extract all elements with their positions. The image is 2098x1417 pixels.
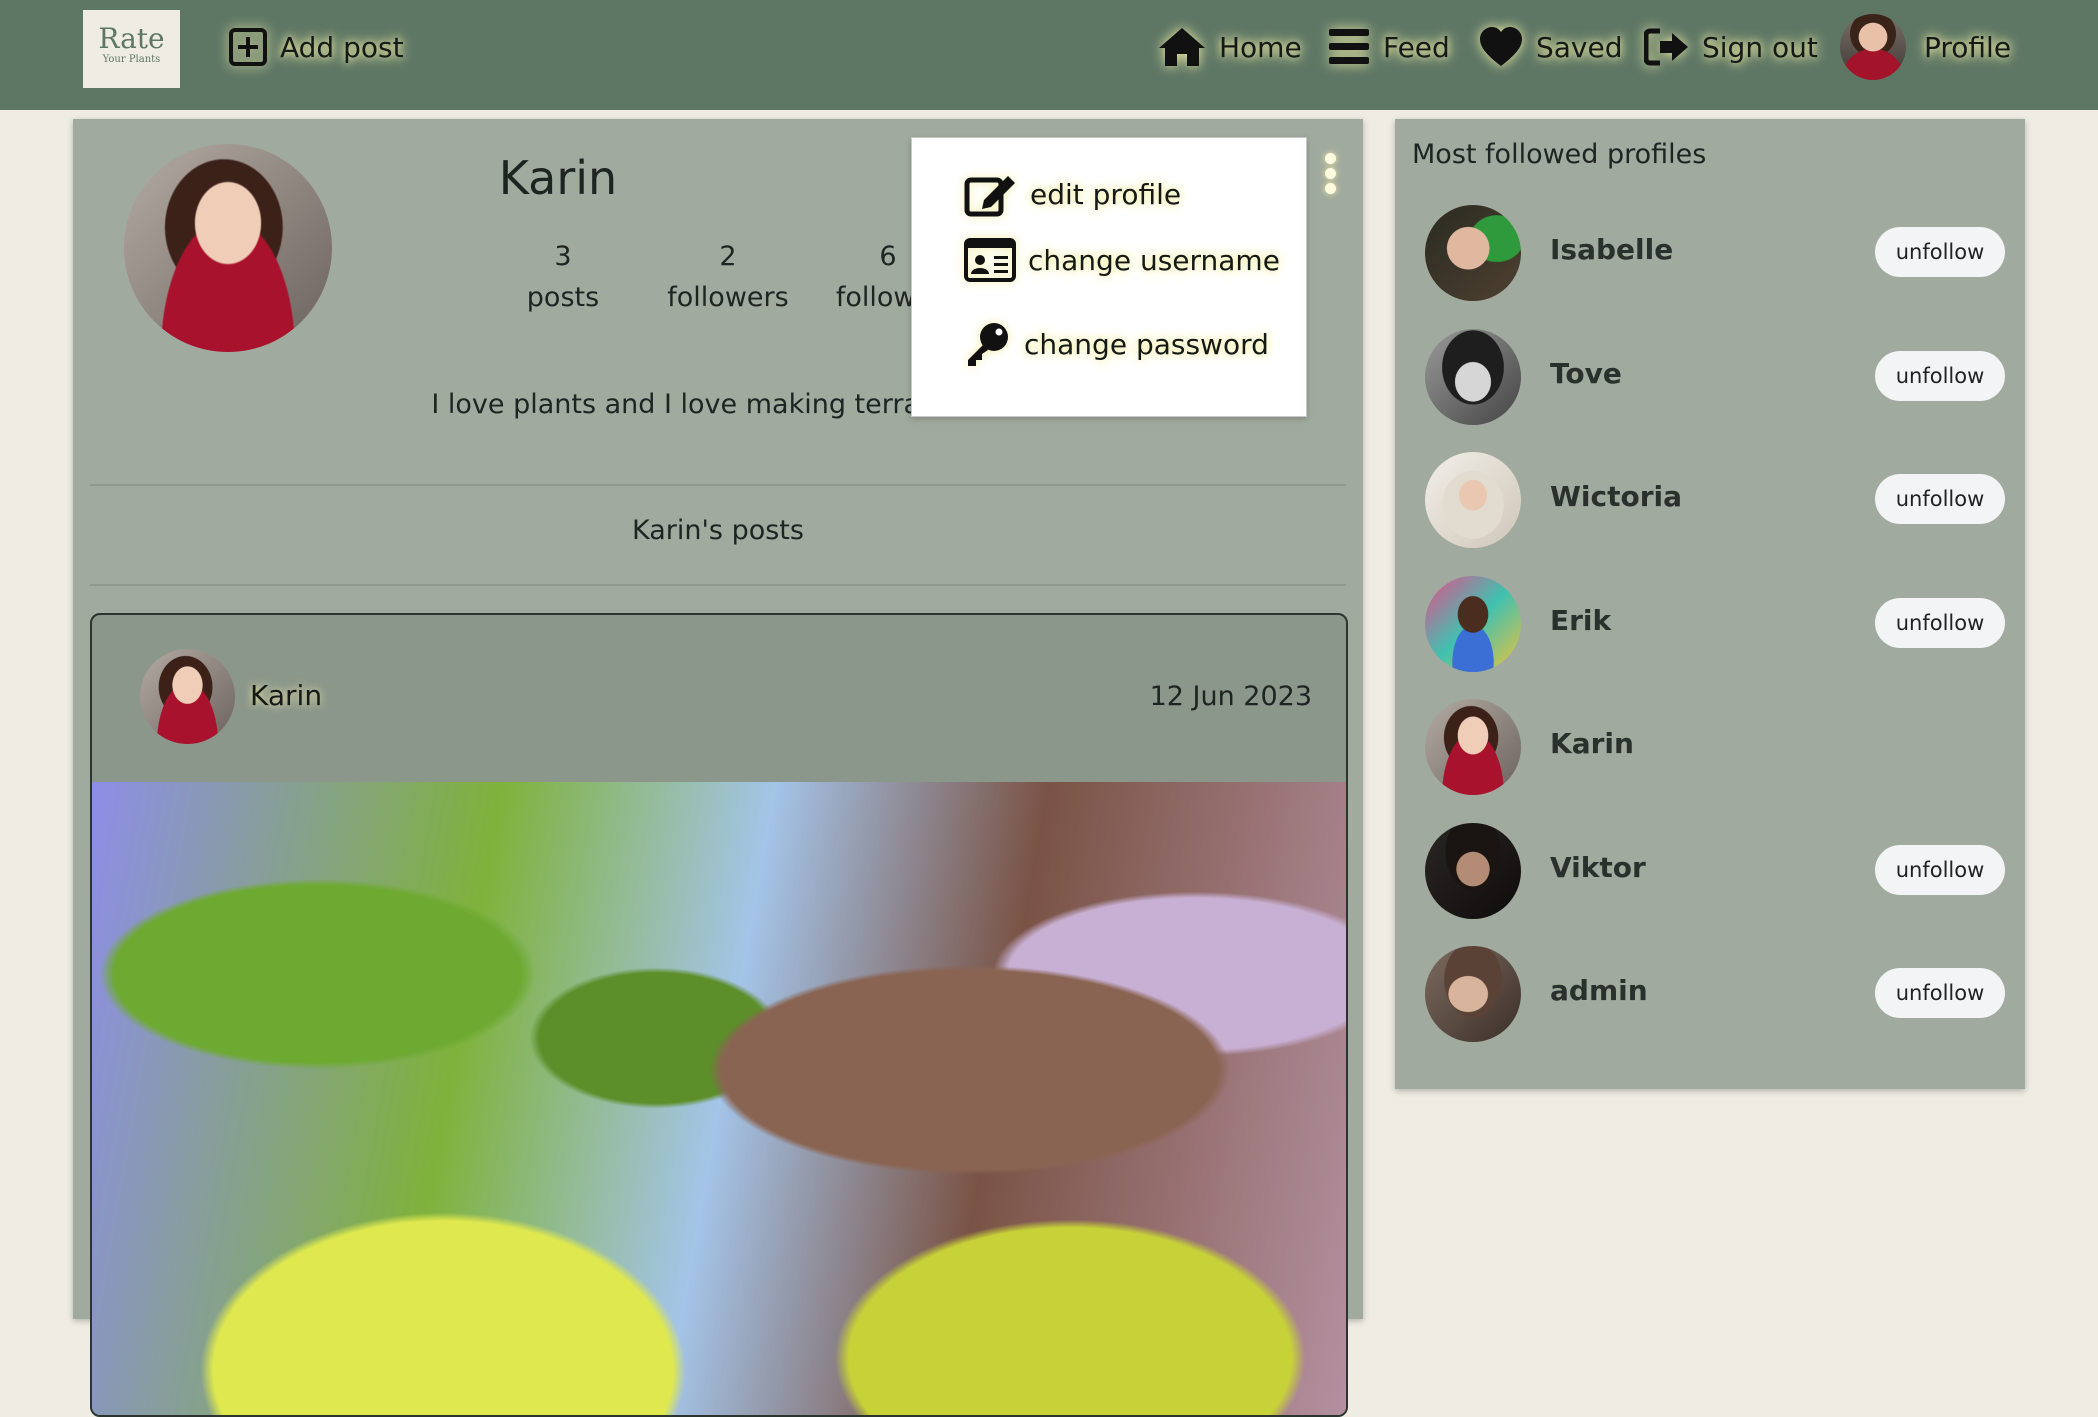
- sidebar-profile-row[interactable]: Viktor unfollow: [1395, 823, 2025, 923]
- sidebar-title: Most followed profiles: [1412, 139, 1707, 170]
- id-card-icon: [964, 238, 1016, 282]
- stat-posts-label: posts: [526, 282, 600, 313]
- sidebar-profile-row[interactable]: Tove unfollow: [1395, 329, 2025, 429]
- post-date: 12 Jun 2023: [1149, 681, 1312, 712]
- more-options-icon[interactable]: [1320, 150, 1340, 200]
- avatar[interactable]: [1425, 823, 1521, 919]
- profile-options-dropdown: edit profile change username change pass…: [911, 137, 1307, 417]
- dot: [1324, 153, 1336, 164]
- unfollow-button[interactable]: unfollow: [1875, 598, 2005, 648]
- sidebar-profile-name[interactable]: admin: [1550, 974, 1648, 1007]
- unfollow-button[interactable]: unfollow: [1875, 351, 2005, 401]
- sidebar-profile-name[interactable]: Erik: [1550, 604, 1611, 637]
- post-author-name[interactable]: Karin: [250, 679, 322, 712]
- logo-title: Rate: [98, 22, 165, 55]
- dot: [1324, 183, 1336, 194]
- heart-icon: [1480, 27, 1522, 66]
- key-icon: [968, 323, 1008, 366]
- sidebar-profile-name[interactable]: Isabelle: [1550, 233, 1673, 266]
- nav-home-label: Home: [1219, 30, 1302, 64]
- change-password-option[interactable]: change password: [964, 320, 1269, 368]
- nav-saved[interactable]: Saved: [1478, 22, 1623, 72]
- sidebar-profile-name[interactable]: Viktor: [1550, 851, 1646, 884]
- nav-sign-out-label: Sign out: [1702, 30, 1818, 64]
- unfollow-button[interactable]: unfollow: [1875, 968, 2005, 1018]
- avatar[interactable]: [1425, 946, 1521, 1042]
- change-username-label: change username: [1028, 243, 1280, 277]
- stat-followers-value: 2: [719, 241, 737, 272]
- sidebar-profile-name[interactable]: Karin: [1550, 727, 1634, 760]
- post-card[interactable]: Karin 12 Jun 2023: [90, 613, 1348, 1417]
- nav-sign-out[interactable]: Sign out: [1644, 22, 1818, 72]
- avatar: [1840, 14, 1906, 80]
- sidebar-profile-row[interactable]: Isabelle unfollow: [1395, 205, 2025, 305]
- nav-saved-label: Saved: [1536, 30, 1623, 64]
- post-author-avatar[interactable]: [140, 649, 235, 744]
- avatar[interactable]: [1425, 576, 1521, 672]
- add-post-label: Add post: [280, 30, 404, 64]
- logo-subtitle: Your Plants: [102, 54, 161, 65]
- sign-out-icon: [1644, 28, 1688, 66]
- dot: [1324, 168, 1336, 179]
- sidebar-profile-row[interactable]: admin unfollow: [1395, 946, 2025, 1046]
- nav-feed-label: Feed: [1383, 30, 1450, 64]
- edit-profile-label: edit profile: [1030, 177, 1182, 211]
- stat-followers-label: followers: [667, 282, 789, 313]
- posts-heading: Karin's posts: [632, 515, 804, 546]
- avatar[interactable]: [1425, 205, 1521, 301]
- nav-profile[interactable]: Profile: [1840, 13, 2011, 81]
- divider: [90, 484, 1346, 486]
- change-username-option[interactable]: change username: [964, 238, 1280, 282]
- avatar[interactable]: [1425, 699, 1521, 795]
- nav-home[interactable]: Home: [1157, 22, 1302, 72]
- change-password-label: change password: [1024, 327, 1269, 361]
- avatar[interactable]: [1425, 452, 1521, 548]
- unfollow-button[interactable]: unfollow: [1875, 474, 2005, 524]
- nav-feed[interactable]: Feed: [1327, 22, 1450, 72]
- profile-name: Karin: [498, 151, 618, 205]
- unfollow-button[interactable]: unfollow: [1875, 845, 2005, 895]
- edit-icon: [964, 176, 1015, 217]
- plus-square-icon: [229, 28, 267, 66]
- logo[interactable]: Rate Your Plants: [83, 10, 180, 88]
- menu-icon: [1329, 29, 1369, 64]
- most-followed-sidebar: Most followed profiles Isabelle unfollow…: [1395, 119, 2025, 1089]
- sidebar-profile-name[interactable]: Tove: [1550, 357, 1622, 390]
- stat-followers[interactable]: 2 followers: [648, 237, 808, 319]
- navbar: Rate Your Plants Add post Home Feed Save…: [0, 0, 2098, 110]
- stat-posts-value: 3: [554, 241, 572, 272]
- sidebar-profile-row[interactable]: Karin: [1395, 699, 2025, 799]
- edit-profile-option[interactable]: edit profile: [964, 170, 1181, 218]
- divider: [90, 584, 1346, 586]
- sidebar-profile-row[interactable]: Wictoria unfollow: [1395, 452, 2025, 552]
- unfollow-button[interactable]: unfollow: [1875, 227, 2005, 277]
- profile-avatar: [124, 144, 332, 352]
- nav-profile-label: Profile: [1924, 30, 2012, 64]
- avatar[interactable]: [1425, 329, 1521, 425]
- add-post-link[interactable]: Add post: [228, 22, 404, 72]
- post-image[interactable]: [92, 782, 1346, 1415]
- home-icon: [1159, 28, 1205, 66]
- stat-posts: 3 posts: [503, 237, 623, 319]
- sidebar-profile-name[interactable]: Wictoria: [1550, 480, 1682, 513]
- sidebar-profile-row[interactable]: Erik unfollow: [1395, 576, 2025, 676]
